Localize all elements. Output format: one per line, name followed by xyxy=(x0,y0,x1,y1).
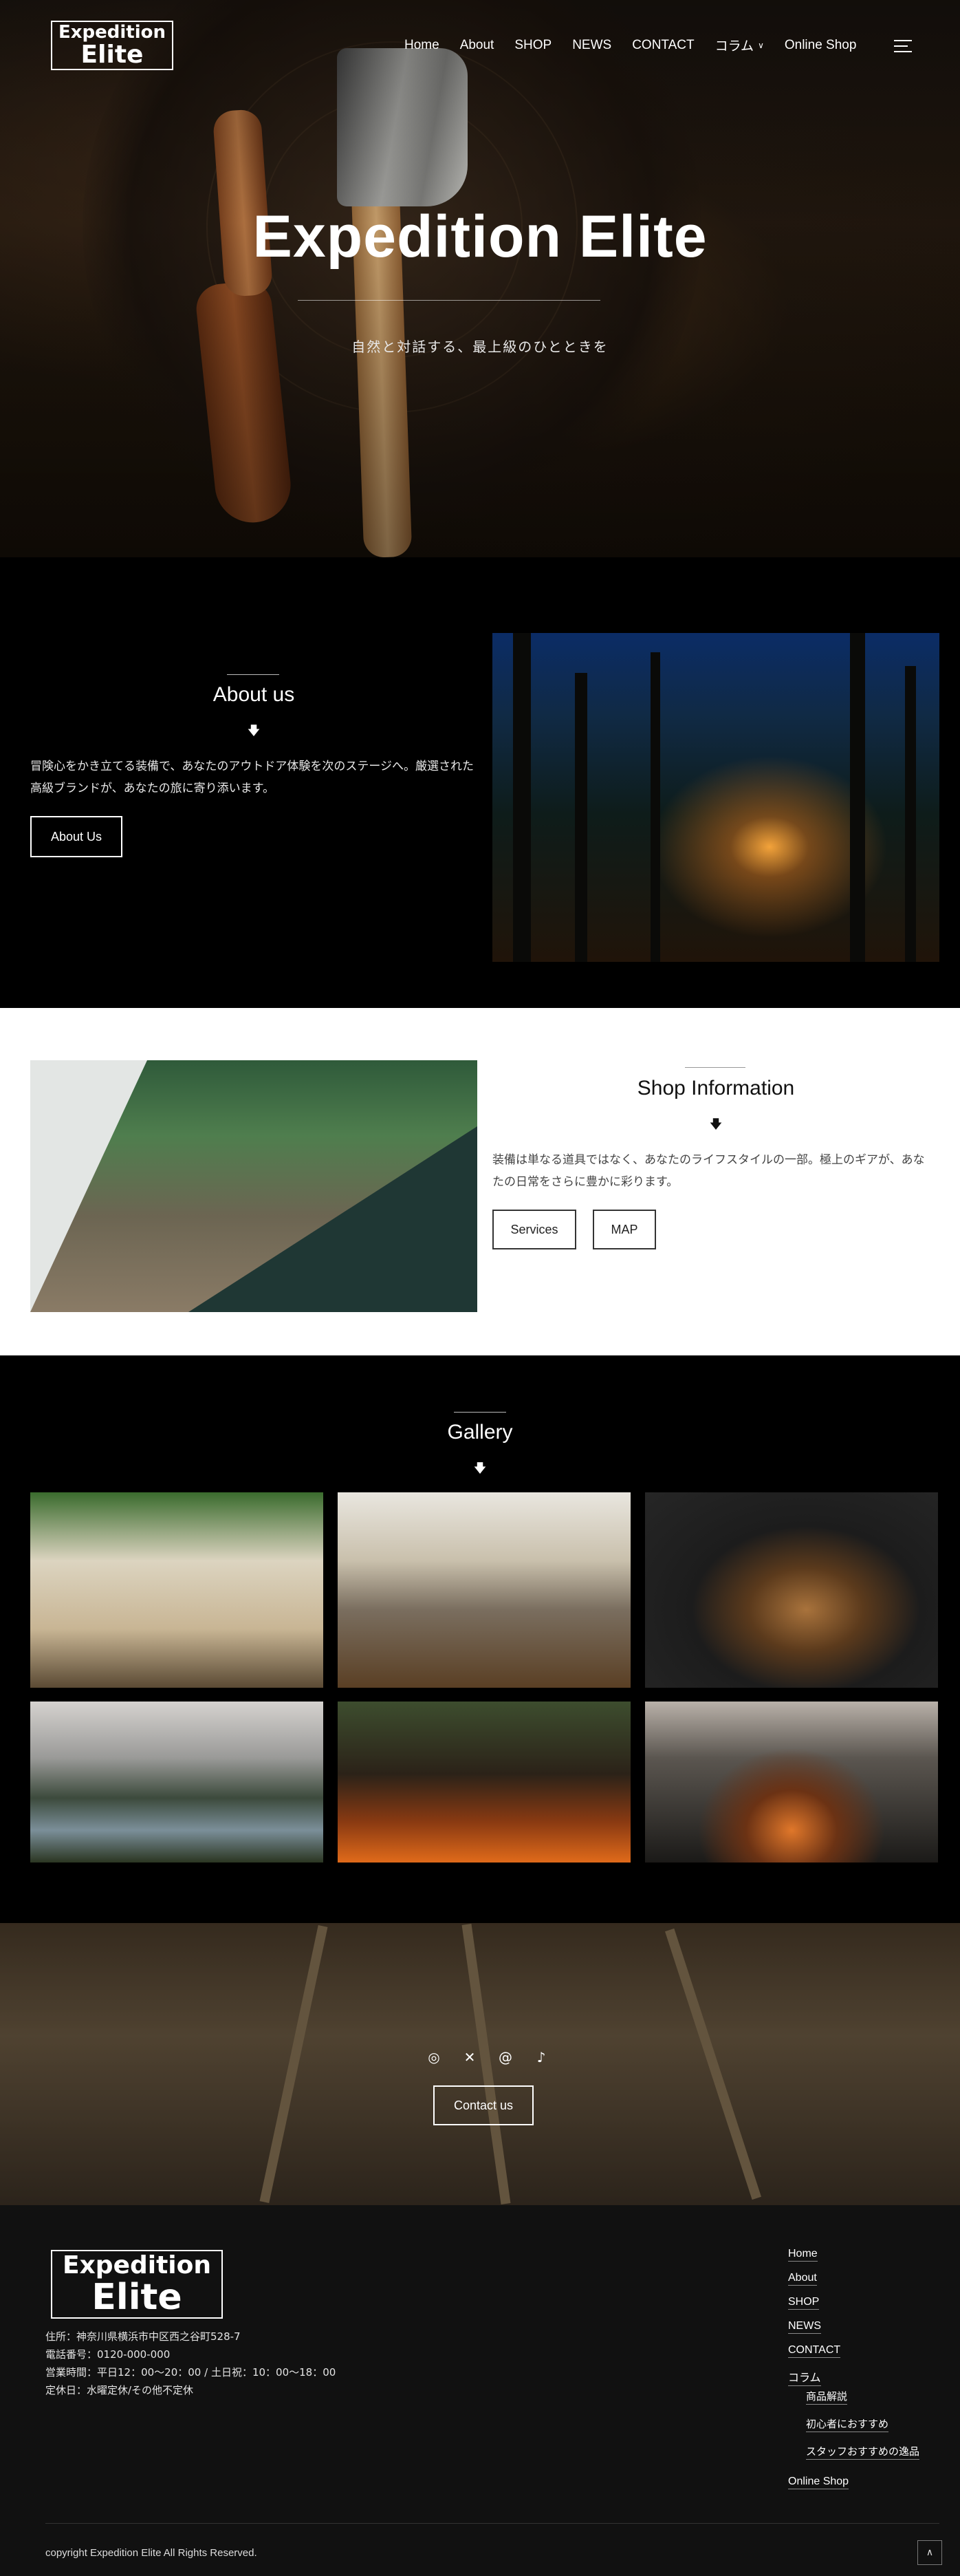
nav-online-shop[interactable]: Online Shop xyxy=(785,38,857,53)
hero-title: Expedition Elite xyxy=(252,204,708,270)
nav-about[interactable]: About xyxy=(460,38,494,53)
chevron-up-icon[interactable]: ∧ xyxy=(917,2540,942,2565)
about-text: 冒険心をかき立てる装備で、あなたのアウトドア体験を次のステージへ。厳選された高級… xyxy=(30,760,474,795)
about-title-rule xyxy=(227,674,279,675)
footer-phone: 電話番号：0120-000-000 xyxy=(45,2348,171,2361)
nav-home[interactable]: Home xyxy=(404,38,439,53)
hamburger-menu-icon[interactable] xyxy=(894,40,912,52)
gallery-image-6[interactable] xyxy=(645,1702,938,1863)
footer-nav-about[interactable]: About xyxy=(788,2272,919,2296)
arrow-down-icon: 🡇 xyxy=(709,1117,723,1132)
threads-icon[interactable]: @ xyxy=(498,2050,513,2065)
hero-section: Expedition Elite Home About SHOP NEWS CO… xyxy=(0,0,960,557)
about-title: About us xyxy=(212,683,295,706)
x-icon[interactable]: ✕ xyxy=(462,2050,477,2065)
footer-nav-shop[interactable]: SHOP xyxy=(788,2296,919,2320)
footer-logo[interactable]: Expedition Elite xyxy=(51,2250,223,2319)
footer-nav-contact[interactable]: CONTACT xyxy=(788,2344,919,2368)
footer-divider xyxy=(45,2523,939,2524)
nav-shop[interactable]: SHOP xyxy=(514,38,552,53)
shop-text: 装備は単なる道具ではなく、あなたのライフスタイルの一部。極上のギアが、あなたの日… xyxy=(492,1153,925,1189)
logo-line2: Elite xyxy=(91,2277,182,2318)
arrow-down-icon: 🡇 xyxy=(247,724,261,738)
gallery-image-2[interactable] xyxy=(338,1492,631,1688)
hero-subtitle: 自然と対話する、最上級のひとときを xyxy=(351,339,609,355)
nav-news[interactable]: NEWS xyxy=(572,38,611,53)
gallery-image-1[interactable] xyxy=(30,1492,323,1688)
main-nav: Home About SHOP NEWS CONTACT コラム ∨ Onlin… xyxy=(404,36,877,54)
services-button[interactable]: Services xyxy=(492,1210,576,1249)
footer-nav-column-sub-1[interactable]: 商品解説 xyxy=(788,2389,919,2416)
about-section: About us 🡇 冒険心をかき立てる装備で、あなたのアウトドア体験を次のステ… xyxy=(0,557,960,1008)
instagram-icon[interactable]: ◎ xyxy=(426,2050,441,2065)
logo-line1: Expedition xyxy=(62,2251,212,2279)
logo-line1: Expedition xyxy=(58,22,166,43)
footer-nav-column-sub-3[interactable]: スタッフおすすめの逸品 xyxy=(788,2444,920,2476)
footer-address: 住所：神奈川県横浜市中区西之谷町528-7 xyxy=(45,2330,241,2343)
footer-hours: 営業時間：平日12：00〜20：00 / 土日祝：10：00〜18：00 xyxy=(45,2366,336,2379)
logo-line2: Elite xyxy=(80,41,144,69)
gallery-title-rule xyxy=(454,1412,506,1413)
forest-tent-photo xyxy=(30,1060,477,1312)
footer-closed: 定休日：水曜定休/その他不定休 xyxy=(45,2384,194,2396)
hero-overlay xyxy=(0,0,960,557)
site-footer: Expedition Elite 住所：神奈川県横浜市中区西之谷町528-7 電… xyxy=(0,2205,960,2576)
chevron-down-icon: ∨ xyxy=(758,40,764,50)
copyright-text: copyright Expedition Elite All Rights Re… xyxy=(45,2547,257,2559)
gallery-title: Gallery xyxy=(447,1421,513,1443)
social-links: ◎ ✕ @ ♪ xyxy=(426,2050,549,2065)
tiktok-icon[interactable]: ♪ xyxy=(534,2050,549,2065)
footer-nav-column[interactable]: コラム xyxy=(788,2368,919,2389)
nav-column-dropdown[interactable]: コラム ∨ xyxy=(715,36,764,54)
gallery-image-4[interactable] xyxy=(30,1702,323,1863)
gallery-image-5[interactable] xyxy=(338,1702,631,1863)
shop-title: Shop Information xyxy=(637,1077,795,1099)
footer-nav-online-shop[interactable]: Online Shop xyxy=(788,2476,919,2500)
shop-section: Shop Information 🡇 装備は単なる道具ではなく、あなたのライフス… xyxy=(0,1008,960,1355)
site-logo[interactable]: Expedition Elite xyxy=(51,21,173,70)
footer-nav-home[interactable]: Home xyxy=(788,2248,919,2272)
campfire-night-photo xyxy=(492,633,939,962)
arrow-down-icon: 🡇 xyxy=(473,1461,487,1476)
shop-title-rule xyxy=(685,1067,745,1068)
gallery-section: Gallery 🡇 xyxy=(0,1355,960,1923)
map-button[interactable]: MAP xyxy=(593,1210,656,1249)
gallery-image-3[interactable] xyxy=(645,1492,938,1688)
footer-info: 住所：神奈川県横浜市中区西之谷町528-7 電話番号：0120-000-000 … xyxy=(45,2328,336,2399)
nav-contact[interactable]: CONTACT xyxy=(632,38,694,53)
hero-divider xyxy=(298,300,600,301)
footer-nav: Home About SHOP NEWS CONTACT コラム 商品解説 初心… xyxy=(788,2248,920,2500)
footer-nav-news[interactable]: NEWS xyxy=(788,2320,919,2344)
nav-column-label: コラム xyxy=(714,39,754,54)
contact-section: ◎ ✕ @ ♪ Contact us xyxy=(0,1923,960,2205)
footer-nav-column-sub-2[interactable]: 初心者におすすめ xyxy=(788,2416,919,2444)
contact-us-button[interactable]: Contact us xyxy=(433,2085,534,2125)
about-us-button[interactable]: About Us xyxy=(30,816,122,857)
